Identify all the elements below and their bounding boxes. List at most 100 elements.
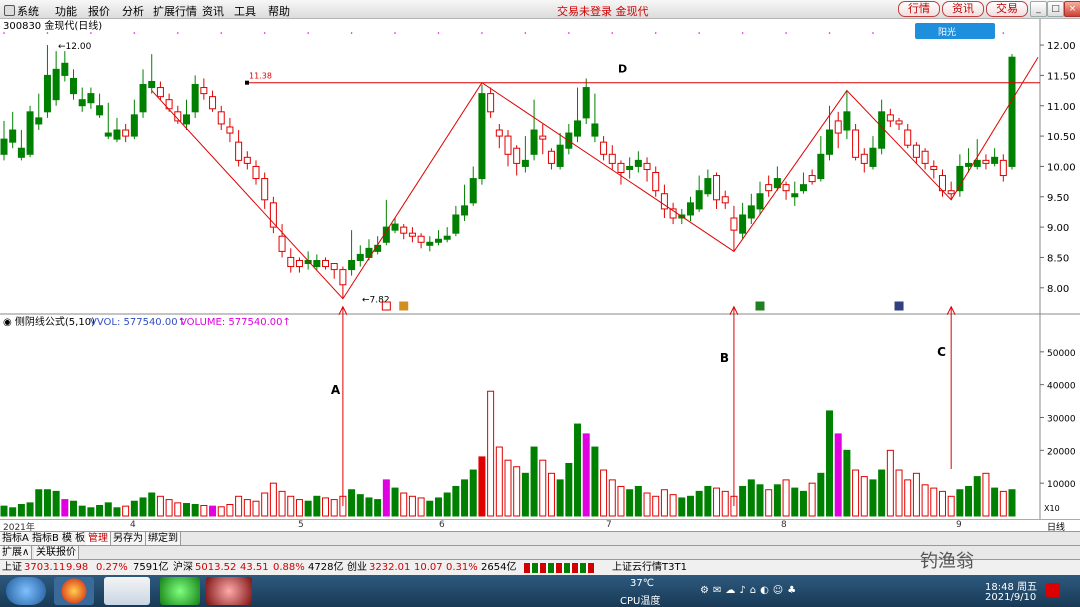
top-marker-dot xyxy=(828,32,831,34)
candle-body xyxy=(495,129,503,137)
volume-bar xyxy=(374,499,382,517)
volume-bar xyxy=(87,507,95,517)
volume-bar xyxy=(487,390,495,517)
volume-bar xyxy=(808,482,816,517)
volume-bar xyxy=(739,485,747,517)
volume-bar xyxy=(191,504,199,517)
menu-system[interactable]: 系统 xyxy=(4,3,39,19)
menu-extended-market[interactable]: 扩展行情 xyxy=(153,3,197,19)
top-marker-dot xyxy=(698,32,700,34)
news-button[interactable]: 资讯 xyxy=(942,1,984,17)
tab-expand[interactable]: 扩展∧ xyxy=(0,546,33,559)
volume-bar xyxy=(469,469,477,517)
volume-bar xyxy=(869,479,877,517)
candle-body xyxy=(686,202,694,216)
candle-body xyxy=(652,172,660,192)
index-sh-label: 上证 xyxy=(2,562,22,573)
top-marker-dot xyxy=(872,32,874,34)
volume-bar xyxy=(61,499,69,517)
candle-body xyxy=(261,178,269,201)
candle-body xyxy=(339,269,347,286)
candle-body xyxy=(799,184,807,192)
candle-body xyxy=(400,226,408,234)
volume-bar xyxy=(9,507,17,517)
notification-icon[interactable] xyxy=(1046,583,1060,597)
trade-button[interactable]: 交易 xyxy=(986,1,1028,17)
volume-bar xyxy=(217,506,225,517)
menu-bar: 系统 功能 报价 分析 扩展行情 资讯 工具 帮助 交易未登录 金现代 行情 资… xyxy=(0,0,1080,19)
volume-bar xyxy=(930,487,938,517)
candle-body xyxy=(860,153,868,164)
candle-body xyxy=(434,238,442,243)
vol-tick-label: 50000 xyxy=(1047,349,1076,359)
y-tick-label: 11.00 xyxy=(1047,102,1076,113)
volume-bar xyxy=(826,410,834,517)
refresh-app-icon[interactable] xyxy=(160,577,200,605)
tab-related-quote[interactable]: 关联报价 xyxy=(34,546,79,559)
month-label: 9 xyxy=(956,520,962,530)
stock-chart[interactable]: 11.38 ←12.00 ←7.82 D A B C 8.00 8.50 9.00 9.50 10.… xyxy=(0,19,1080,519)
tab-bind-to[interactable]: 绑定到 xyxy=(146,532,181,545)
index-cy-label: 创业 xyxy=(347,562,367,573)
browser-icon[interactable] xyxy=(54,577,94,605)
volume-bar xyxy=(652,495,660,517)
volume-bar xyxy=(678,497,686,517)
quote-button[interactable]: 行情 xyxy=(898,1,940,17)
candle-body xyxy=(122,129,130,137)
candle-body xyxy=(104,132,112,137)
volume-bar xyxy=(139,497,147,517)
clock-date: 2021/9/10 xyxy=(985,592,1037,603)
candle-body xyxy=(52,68,60,101)
top-marker-dot xyxy=(46,32,49,34)
tray-icons[interactable]: ⚙✉☁♪⌂◐☺♣ xyxy=(700,585,800,596)
candle-body xyxy=(191,84,199,113)
minimize-icon[interactable]: _ xyxy=(1030,1,1047,17)
volume-bar xyxy=(209,505,217,517)
menu-help[interactable]: 帮助 xyxy=(268,3,290,19)
menu-function[interactable]: 功能 xyxy=(55,3,77,19)
volume-bar xyxy=(513,466,521,517)
volume-bar xyxy=(174,502,182,517)
index-status-bar: 上证 3703.11 9.98 0.27% 7591亿 沪深 5013.52 4… xyxy=(0,559,1080,576)
volume-bar xyxy=(417,497,425,517)
top-marker-dot xyxy=(524,32,527,34)
volume-bar xyxy=(252,500,260,517)
candle-body xyxy=(313,259,321,268)
cloud-app-icon[interactable] xyxy=(104,577,150,605)
volume-bar xyxy=(765,489,773,517)
signal-label: A xyxy=(331,383,341,397)
record-app-icon[interactable] xyxy=(206,577,252,605)
candle-body xyxy=(61,62,69,76)
start-button-icon[interactable] xyxy=(6,577,46,605)
candle-body xyxy=(130,114,138,137)
event-marker-icon xyxy=(894,301,904,311)
tab-save-as[interactable]: 另存为 xyxy=(111,532,146,545)
tab-manage[interactable]: 管理 xyxy=(86,532,111,545)
volume-bar xyxy=(382,479,390,517)
tab-template[interactable]: 模 板 xyxy=(60,532,89,545)
candle-body xyxy=(999,159,1007,177)
trade-status: 交易未登录 金现代 xyxy=(557,5,649,18)
top-marker-dot xyxy=(437,32,440,34)
menu-analysis[interactable]: 分析 xyxy=(122,3,144,19)
candle-body xyxy=(695,190,703,210)
close-icon[interactable]: × xyxy=(1064,1,1080,17)
candle-body xyxy=(330,263,338,271)
volume-bar xyxy=(330,499,338,517)
index-sh-value: 3703.11 xyxy=(24,562,66,573)
menu-tools[interactable]: 工具 xyxy=(234,3,256,19)
candle-body xyxy=(26,111,34,155)
tab-indicator-b[interactable]: 指标B xyxy=(30,532,62,545)
menu-news[interactable]: 资讯 xyxy=(202,3,224,19)
maximize-icon[interactable]: □ xyxy=(1047,1,1064,17)
y-tick-label: 10.50 xyxy=(1047,132,1076,143)
candle-body xyxy=(930,165,938,170)
tab-indicator-a[interactable]: 指标A xyxy=(0,532,32,545)
month-label: 7 xyxy=(606,520,612,530)
volume-bar xyxy=(582,433,590,517)
volume-bar xyxy=(556,479,564,517)
candle-body xyxy=(947,190,955,195)
sub-tabs: 扩展∧ 关联报价 xyxy=(0,545,1080,560)
menu-quote[interactable]: 报价 xyxy=(88,3,110,19)
vvol-label: VVOL: 577540.00↑ xyxy=(90,317,186,328)
